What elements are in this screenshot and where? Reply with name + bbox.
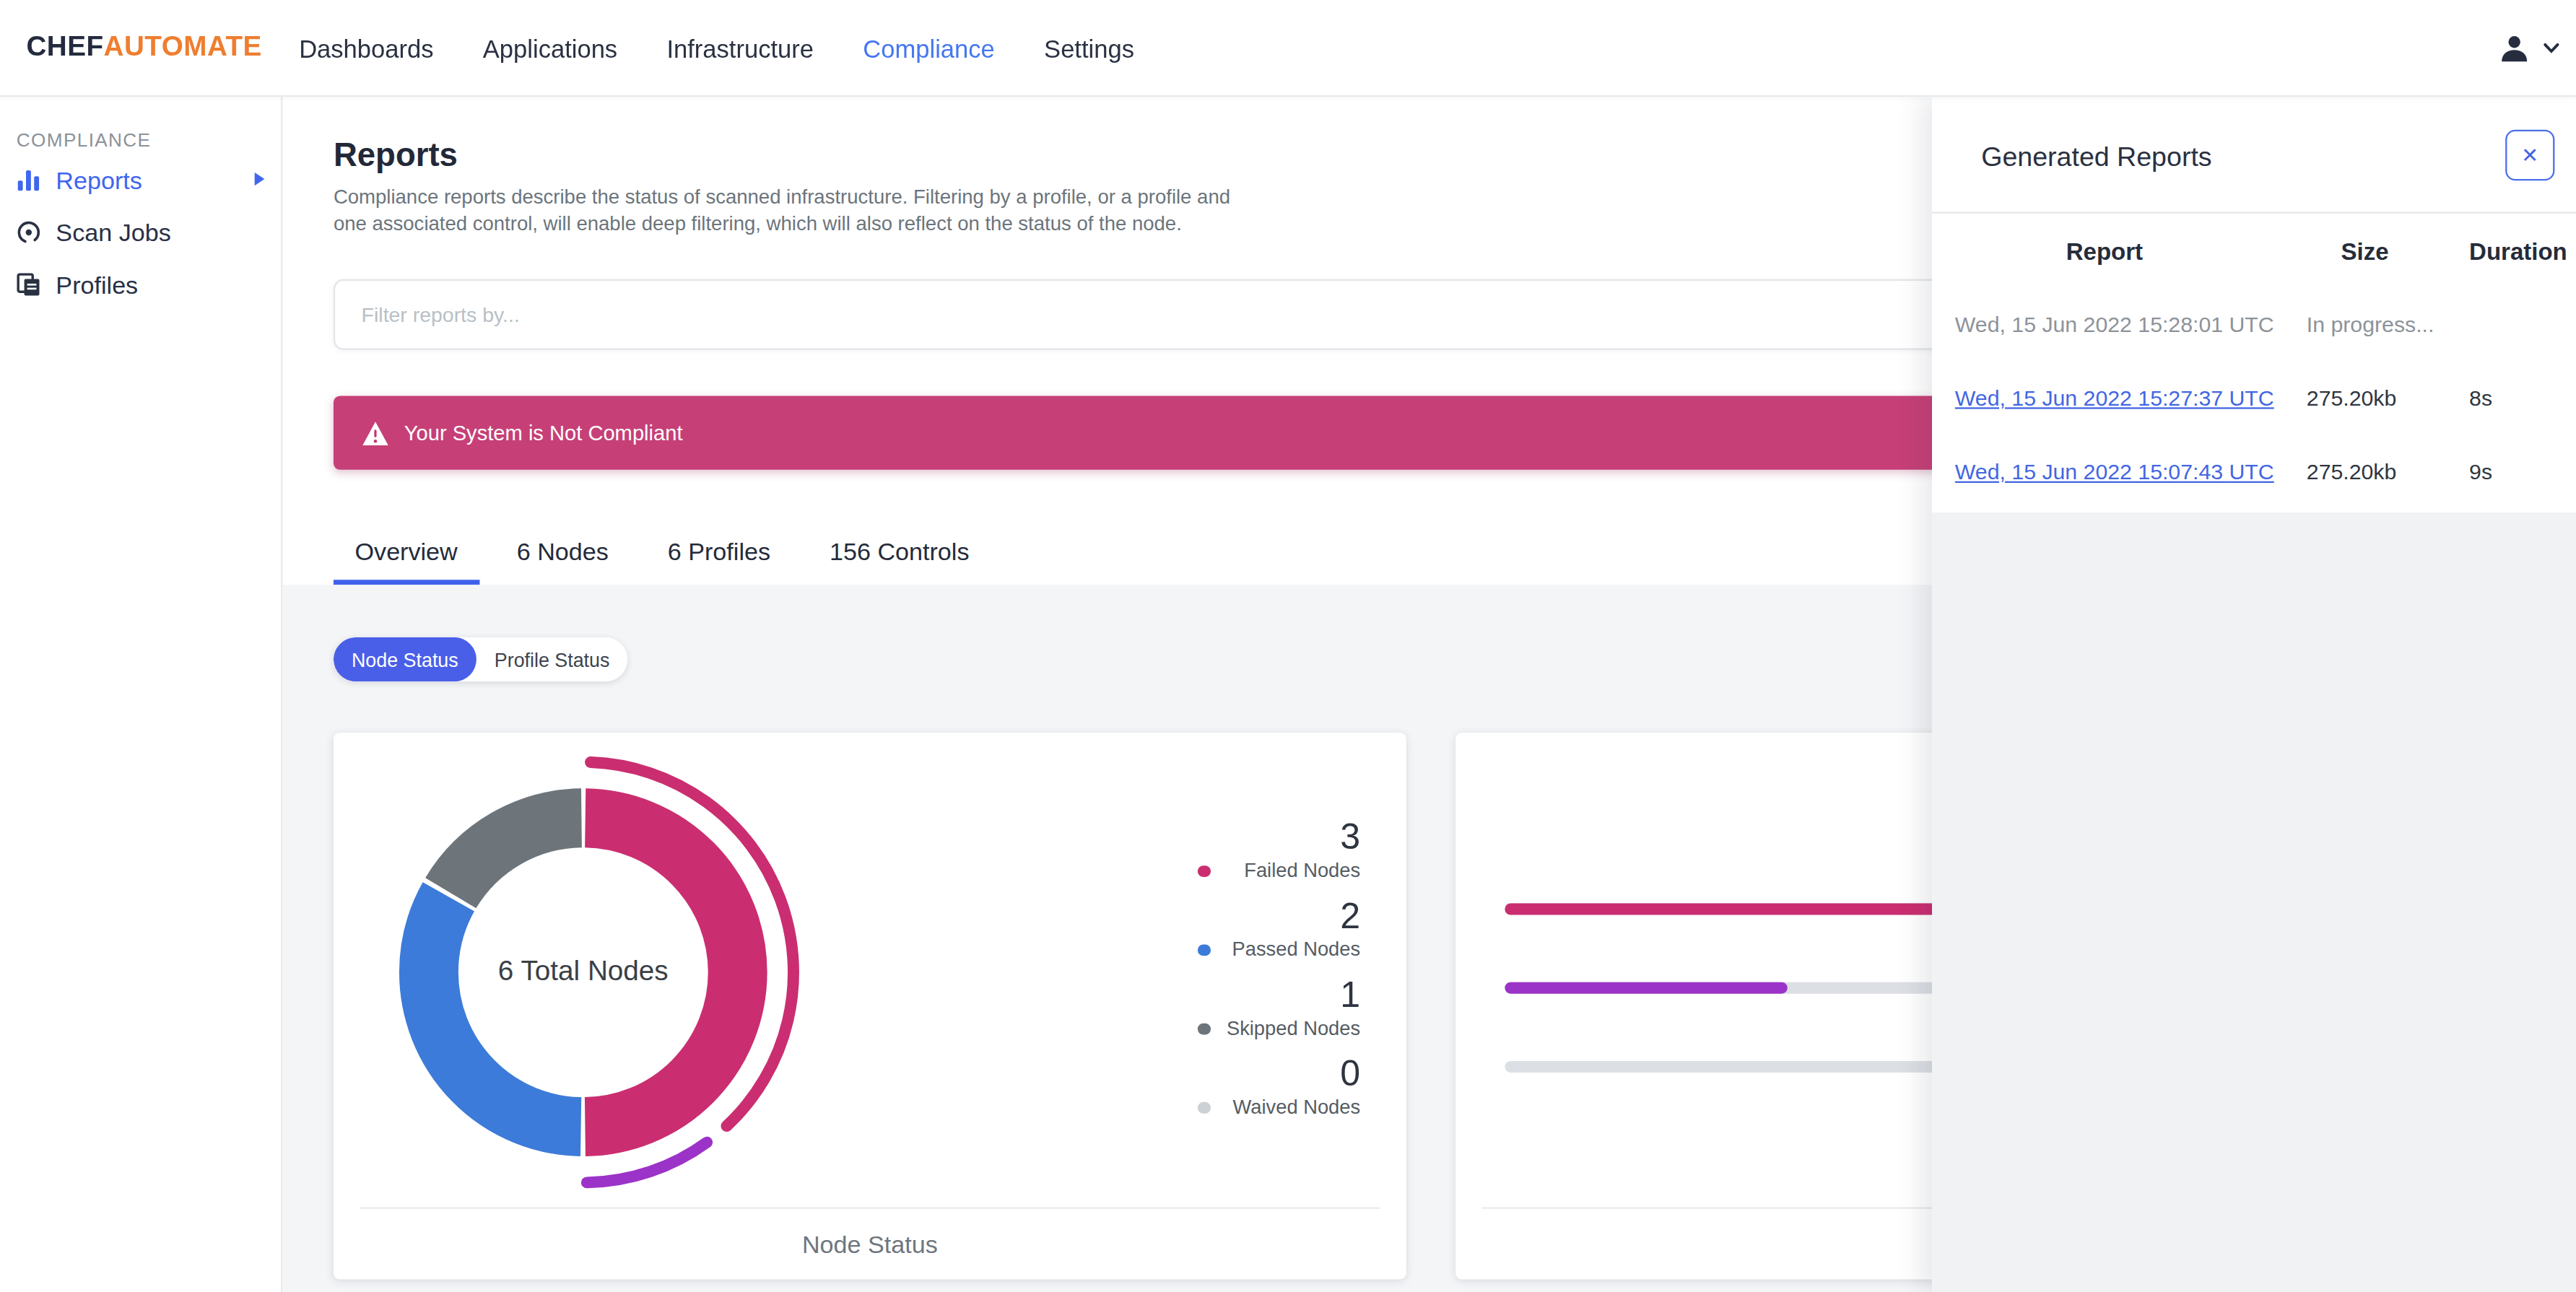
warning-icon <box>362 419 390 445</box>
sidebar-item-reports[interactable]: Reports <box>0 153 281 206</box>
card-footer: Node Status <box>360 1207 1380 1279</box>
chevron-down-icon <box>2543 43 2559 54</box>
chef-automate-app: CHEFAUTOMATE Dashboards Applications Inf… <box>0 0 2576 1292</box>
logo-automate: AUTOMATE <box>104 31 262 62</box>
tab-controls[interactable]: 156 Controls <box>808 523 991 585</box>
table-row: Wed, 15 Jun 2022 15:27:37 UTC 275.20kb 8… <box>1932 362 2576 435</box>
toggle-profile-status[interactable]: Profile Status <box>477 637 628 681</box>
tab-overview[interactable]: Overview <box>334 523 479 585</box>
page-description: Compliance reports describe the status o… <box>334 185 1230 237</box>
user-avatar-icon <box>2497 31 2532 66</box>
sidebar-item-profiles[interactable]: Profiles <box>0 258 281 310</box>
nav-dashboards[interactable]: Dashboards <box>299 35 433 63</box>
node-status-legend: 3 Failed Nodes 2 Passed Nodes 1 Skipped … <box>1189 818 1360 1133</box>
sidebar-item-label: Reports <box>56 165 142 193</box>
sidebar-item-label: Scan Jobs <box>56 218 170 246</box>
skipped-dot-icon <box>1198 1023 1210 1035</box>
nav-applications[interactable]: Applications <box>483 35 617 63</box>
status-toggle: Node Status Profile Status <box>334 637 628 681</box>
close-icon: ✕ <box>2521 143 2538 167</box>
panel-title: Generated Reports <box>1981 141 2211 173</box>
documents-icon <box>17 272 41 297</box>
report-link[interactable]: Wed, 15 Jun 2022 15:07:43 UTC <box>1955 460 2274 484</box>
legend-item-skipped: 1 Skipped Nodes <box>1189 976 1360 1042</box>
generated-reports-table-area: Generated Reports ✕ Report Size Duration… <box>1932 97 2576 512</box>
bar-chart-icon <box>17 167 41 191</box>
tab-nodes[interactable]: 6 Nodes <box>495 523 630 585</box>
legend-item-passed: 2 Passed Nodes <box>1189 896 1360 962</box>
generated-reports-panel: Generated Reports ✕ Report Size Duration… <box>1932 97 2576 1292</box>
panel-header: Generated Reports ✕ <box>1932 97 2576 214</box>
tab-profiles[interactable]: 6 Profiles <box>646 523 791 585</box>
donut-center-label: 6 Total Nodes <box>336 956 830 989</box>
scan-target-icon <box>17 219 41 244</box>
page-title: Reports <box>334 136 458 174</box>
sidebar-section-label: COMPLIANCE <box>17 130 281 149</box>
node-status-card: 6 Total Nodes 3 Failed Nodes 2 Passed No… <box>334 733 1406 1280</box>
user-menu[interactable] <box>2497 0 2559 97</box>
table-row: Wed, 15 Jun 2022 15:07:43 UTC 275.20kb 9… <box>1932 435 2576 509</box>
legend-item-waived: 0 Waived Nodes <box>1189 1055 1360 1120</box>
sidebar-item-scan-jobs[interactable]: Scan Jobs <box>0 205 281 258</box>
top-navigation-bar: CHEFAUTOMATE Dashboards Applications Inf… <box>0 0 2576 97</box>
toggle-node-status[interactable]: Node Status <box>334 637 477 681</box>
chef-automate-logo[interactable]: CHEFAUTOMATE <box>26 31 261 64</box>
primary-nav: Dashboards Applications Infrastructure C… <box>299 0 1134 97</box>
compliance-sidebar: COMPLIANCE Reports Scan Jobs <box>0 97 282 1292</box>
report-link[interactable]: Wed, 15 Jun 2022 15:27:37 UTC <box>1955 386 2274 411</box>
passed-dot-icon <box>1198 943 1210 956</box>
alert-text: Your System is Not Compliant <box>404 421 683 445</box>
failed-dot-icon <box>1198 865 1210 877</box>
nav-settings[interactable]: Settings <box>1044 35 1134 63</box>
report-tabs: Overview 6 Nodes 6 Profiles 156 Controls <box>334 523 991 585</box>
sidebar-item-label: Profiles <box>56 270 138 298</box>
chevron-right-icon <box>255 173 265 185</box>
legend-item-failed: 3 Failed Nodes <box>1189 818 1360 883</box>
nav-compliance[interactable]: Compliance <box>863 35 995 63</box>
table-row: Wed, 15 Jun 2022 15:28:01 UTC In progres… <box>1932 287 2576 361</box>
logo-chef: CHEF <box>26 31 103 62</box>
table-header: Report Size Duration <box>1932 214 2576 287</box>
close-panel-button[interactable]: ✕ <box>2505 130 2554 181</box>
waived-dot-icon <box>1198 1101 1210 1114</box>
nav-infrastructure[interactable]: Infrastructure <box>666 35 814 63</box>
